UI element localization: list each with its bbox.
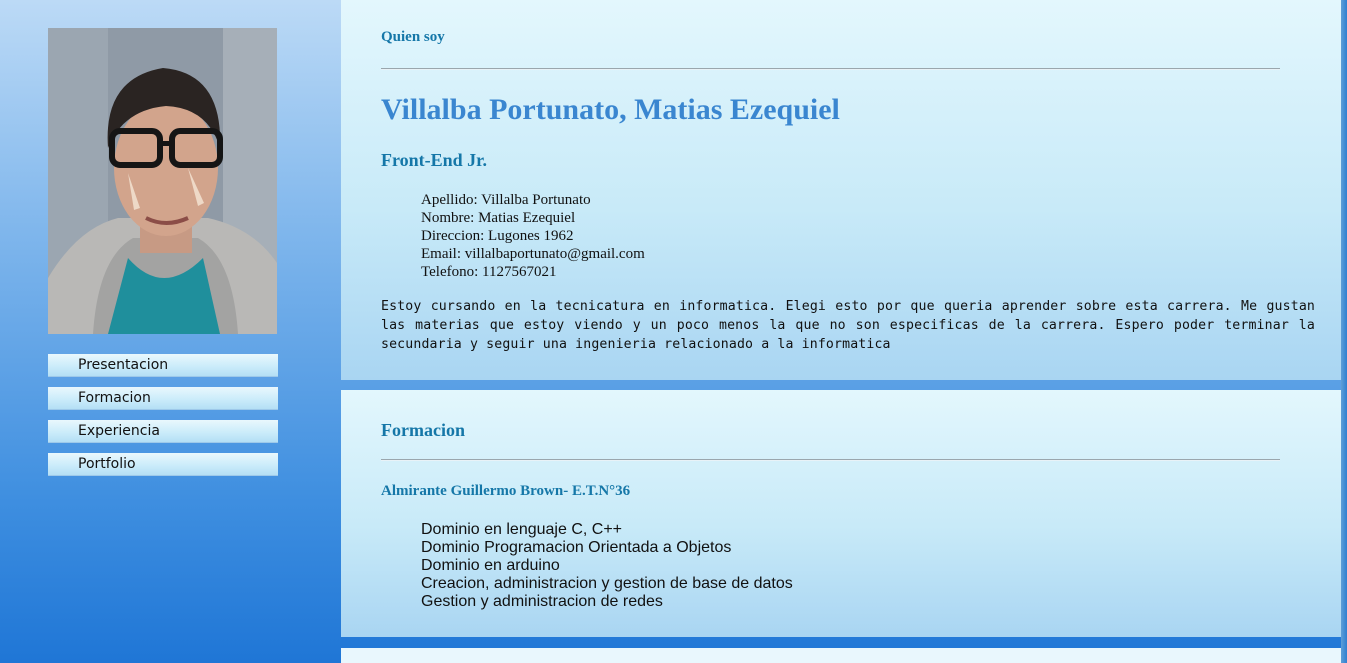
education-section-title: Formacion	[381, 420, 465, 440]
nav-item-formacion[interactable]: Formacion	[48, 387, 278, 410]
detail-direccion: Direccion: Lugones 1962	[421, 228, 574, 244]
profile-photo	[48, 28, 277, 334]
skill-item: Dominio en lenguaje C, C++	[421, 521, 623, 538]
skills-list: Dominio en lenguaje C, C++ Dominio Progr…	[421, 521, 793, 611]
right-edge	[1341, 0, 1347, 663]
detail-email: Email: villalbaportunato@gmail.com	[421, 246, 645, 262]
profile-photo-image	[48, 28, 277, 334]
bio-text: Estoy cursando en la tecnicatura en info…	[381, 299, 1315, 352]
school-name: Almirante Guillermo Brown- E.T.N°36	[381, 483, 631, 499]
nav-item-presentacion[interactable]: Presentacion	[48, 354, 278, 377]
detail-apellido: Apellido: Villalba Portunato	[421, 192, 591, 208]
sidebar: Presentacion Formacion Experiencia Portf…	[0, 0, 341, 663]
skill-item: Creacion, administracion y gestion de ba…	[421, 575, 793, 592]
full-name: Villalba Portunato, Matias Ezequiel	[381, 93, 840, 126]
education-section: Formacion Almirante Guillermo Brown- E.T…	[341, 390, 1341, 637]
sidebar-nav: Presentacion Formacion Experiencia Portf…	[48, 354, 278, 486]
detail-telefono: Telefono: 1127567021	[421, 264, 557, 280]
detail-nombre: Nombre: Matias Ezequiel	[421, 210, 576, 226]
nav-item-experiencia[interactable]: Experiencia	[48, 420, 278, 443]
nav-item-portfolio[interactable]: Portfolio	[48, 453, 278, 476]
education-divider	[381, 459, 1280, 461]
personal-details: Apellido: Villalba Portunato Nombre: Mat…	[421, 191, 645, 281]
skill-item: Dominio en arduino	[421, 557, 560, 574]
next-section	[341, 648, 1341, 663]
about-section-title: Quien soy	[381, 29, 445, 45]
skill-item: Gestion y administracion de redes	[421, 593, 663, 610]
job-role: Front-End Jr.	[381, 150, 488, 170]
skill-item: Dominio Programacion Orientada a Objetos	[421, 539, 732, 556]
about-divider	[381, 68, 1280, 70]
about-section: Quien soy Villalba Portunato, Matias Eze…	[341, 0, 1341, 380]
